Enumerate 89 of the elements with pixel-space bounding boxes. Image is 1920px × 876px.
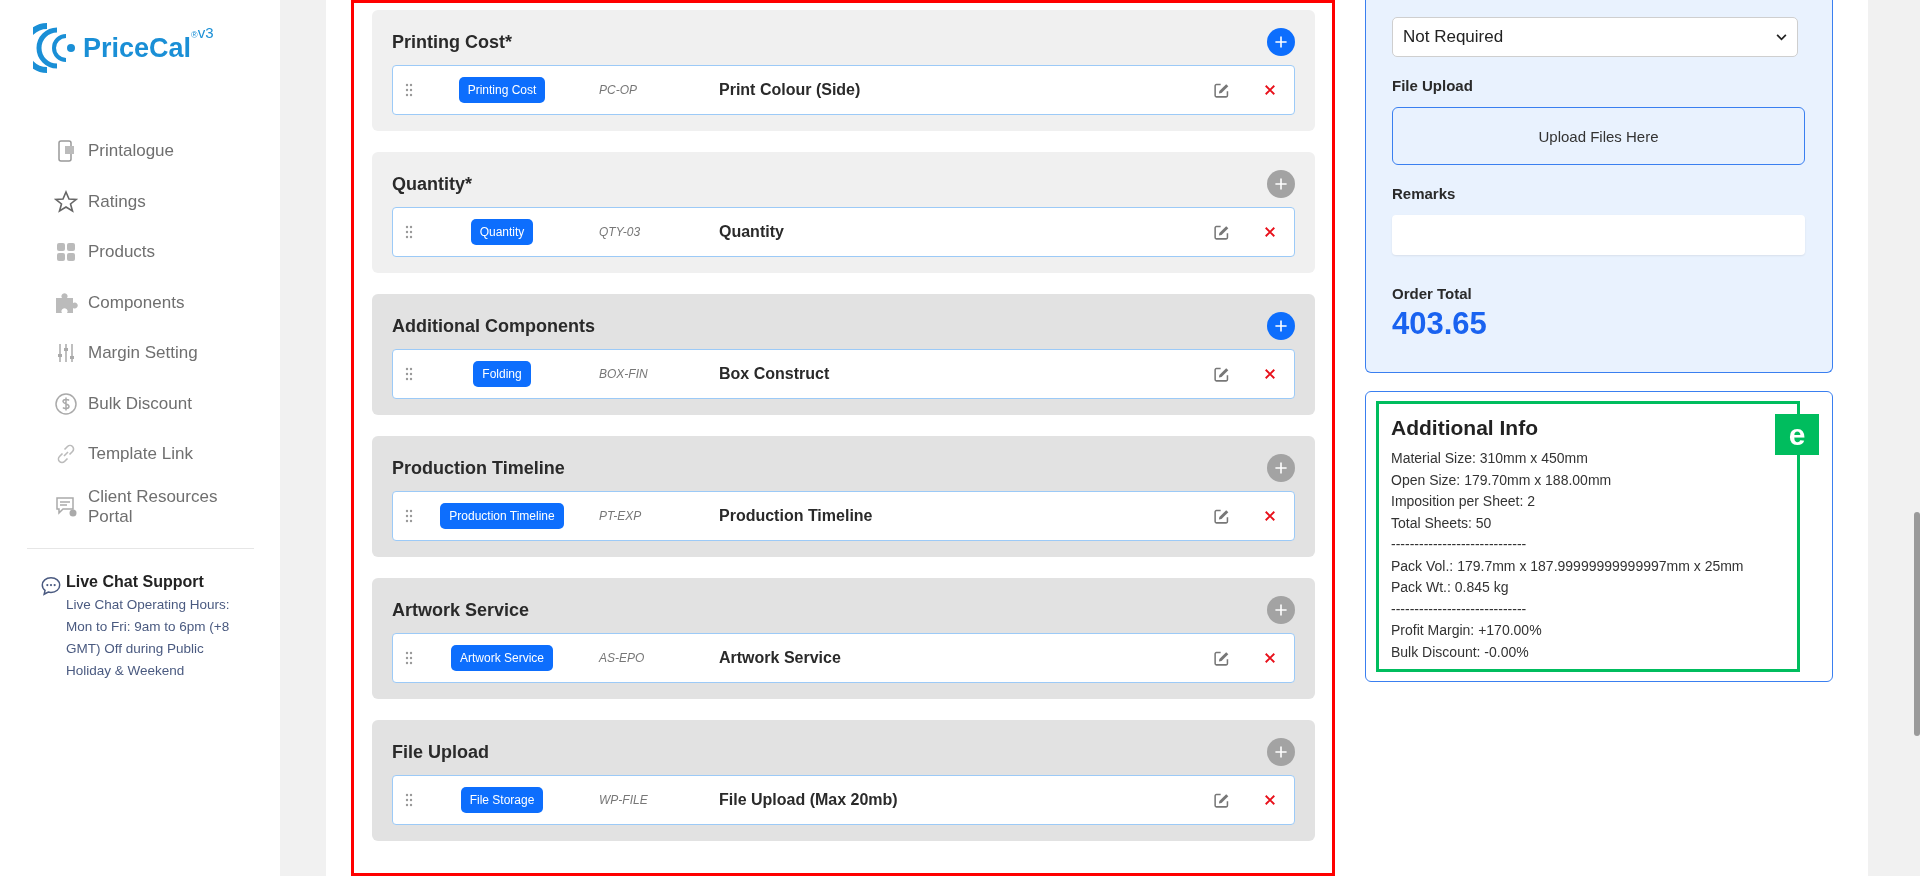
plus-icon (1273, 34, 1289, 50)
note-icon (54, 494, 78, 519)
component-name: File Upload (Max 20mb) (719, 791, 899, 809)
section-title: Quantity* (392, 173, 472, 195)
support-hours-text: Live Chat Operating Hours: Mon to Fri: 9am to 6pm (+8 GMT) Off during Public Holiday & Weekend (66, 595, 231, 680)
edit-icon[interactable] (1213, 223, 1230, 241)
remarks-field[interactable] (1392, 215, 1805, 255)
edit-icon[interactable] (1213, 507, 1230, 525)
drag-handle-icon[interactable] (405, 793, 413, 807)
field-label: Remarks (1392, 185, 1457, 202)
plus-icon (1273, 460, 1289, 476)
category-badge: File Storage (460, 787, 544, 813)
plus-icon (1273, 176, 1289, 192)
category-badge: Folding (473, 361, 531, 387)
sidebar-item[interactable]: Margin Setting (54, 328, 224, 379)
category-badge: Quantity (470, 219, 534, 245)
component-name: Quantity (719, 223, 785, 241)
star-icon (54, 189, 78, 214)
sidebar-item[interactable]: Client Resources Portal (54, 479, 224, 534)
chevron-down-icon (1776, 33, 1787, 41)
section-title: Printing Cost* (392, 31, 512, 53)
info-title: Additional Info (1391, 416, 1539, 440)
section-title: Artwork Service (392, 599, 530, 621)
drag-handle-icon[interactable] (405, 83, 413, 97)
category-badge: Printing Cost (458, 77, 546, 103)
sidebar-item[interactable]: Printalogue (54, 126, 224, 177)
annotation-label: e (1775, 414, 1819, 455)
delete-icon[interactable] (1264, 84, 1276, 96)
component-code: BOX-FIN (598, 367, 649, 381)
info-line: Pack Vol.: 179.7mm x 187.99999999999997mm x 25mm (1391, 556, 1745, 576)
delete-icon[interactable] (1264, 652, 1276, 664)
component-name: Box Construct (719, 365, 831, 383)
component-code: WP-FILE (598, 793, 649, 807)
info-line: Imposition per Sheet: 2 (1391, 492, 1536, 511)
sidebar-item[interactable]: Products (54, 227, 224, 278)
sidebar-item[interactable]: Components (54, 277, 224, 328)
delete-icon[interactable] (1264, 794, 1276, 806)
info-line: Total Sheets: 50 (1391, 513, 1493, 533)
component-name: Artwork Service (719, 649, 842, 667)
logo-icon (33, 22, 77, 74)
delete-icon[interactable] (1264, 510, 1276, 522)
component-code: PC-OP (598, 83, 638, 97)
component-code: QTY-03 (598, 225, 642, 239)
add-button[interactable] (1267, 28, 1295, 56)
dollar-icon (54, 391, 78, 416)
upload-button[interactable]: Upload Files Here (1392, 107, 1805, 165)
component-name: Print Colour (Side) (719, 81, 862, 99)
order-total-label: Order Total (1392, 285, 1473, 302)
edit-icon[interactable] (1213, 649, 1230, 667)
info-line: ----------------------------- (1391, 535, 1528, 554)
logo-text: PriceCal (83, 32, 192, 64)
edit-icon[interactable] (1213, 365, 1230, 383)
info-line: Material Size: 310mm x 450mm (1391, 449, 1589, 468)
plus-icon (1273, 744, 1289, 760)
sidebar-item[interactable]: Template Link (54, 429, 224, 480)
drag-handle-icon[interactable] (405, 225, 413, 239)
drag-handle-icon[interactable] (405, 509, 413, 523)
info-line: Open Size: 179.70mm x 188.00mm (1391, 470, 1613, 490)
chat-bubble-icon (40, 574, 62, 597)
edit-icon[interactable] (1213, 791, 1230, 809)
section-title: Additional Components (392, 315, 595, 337)
plus-icon (1273, 318, 1289, 334)
sidebar-item[interactable]: Ratings (54, 176, 224, 227)
edit-icon[interactable] (1213, 81, 1230, 99)
info-line: Pack Wt.: 0.845 kg (1391, 578, 1510, 597)
info-line: ----------------------------- (1391, 599, 1528, 619)
component-code: AS-EPO (597, 651, 646, 665)
info-line: Profit Margin: +170.00% (1391, 621, 1543, 640)
component-code: PT-EXP (598, 509, 643, 523)
artwork-select[interactable]: Not Required (1392, 17, 1798, 57)
component-name: Production Timeline (719, 507, 874, 525)
category-badge: Production Timeline (440, 503, 564, 529)
puzzle-icon (54, 290, 78, 315)
plus-icon (1273, 602, 1289, 618)
section-title: Production Timeline (392, 457, 565, 479)
info-line: Bulk Discount: -0.00% (1391, 642, 1530, 662)
drag-handle-icon[interactable] (405, 367, 413, 381)
version-label: ®v3 (191, 24, 214, 41)
category-badge: Artwork Service (451, 645, 553, 671)
delete-icon[interactable] (1264, 226, 1276, 238)
order-total-value: 403.65 (1392, 306, 1488, 342)
add-button[interactable] (1267, 312, 1295, 340)
scrollbar-thumb[interactable] (1914, 512, 1920, 736)
support-title: Live Chat Support (66, 572, 205, 591)
section-title: File Upload (392, 741, 489, 763)
drag-handle-icon[interactable] (405, 651, 413, 665)
field-label: File Upload (1392, 77, 1474, 94)
sidebar-item[interactable]: Bulk Discount (54, 378, 224, 429)
delete-icon[interactable] (1264, 368, 1276, 380)
